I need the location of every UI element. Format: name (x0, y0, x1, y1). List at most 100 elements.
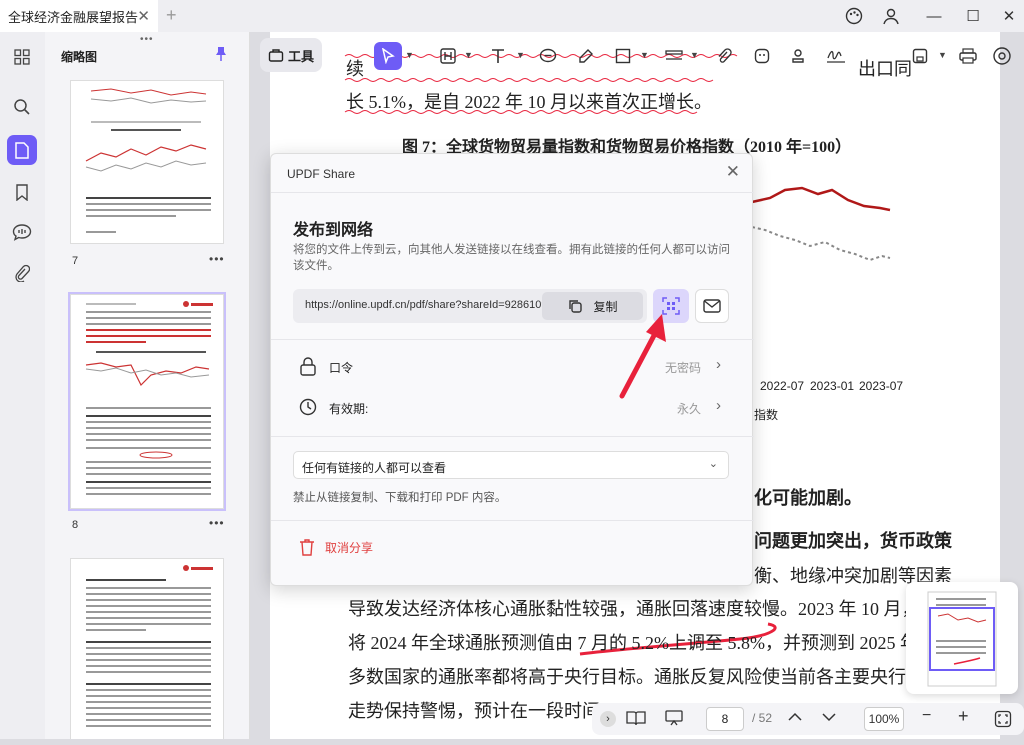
pin-icon[interactable] (215, 46, 227, 62)
chevron-down-icon: ⌄ (708, 458, 718, 470)
select-tool-icon[interactable] (374, 42, 402, 70)
highlighter-tool-icon[interactable] (572, 42, 600, 70)
body-text-line: 化可能加剧。 (754, 488, 862, 508)
previous-page-icon[interactable] (788, 710, 802, 725)
attachment-icon[interactable] (7, 258, 37, 288)
comments-icon[interactable] (7, 217, 37, 247)
text-box-tool-icon[interactable] (434, 42, 462, 70)
comment-tool-icon[interactable] (534, 42, 562, 70)
cancel-share-button[interactable]: 取消分享 (299, 538, 373, 556)
share-url-text: https://online.updf.cn/pdf/share?shareId… (305, 299, 557, 311)
body-text-line: 将 2024 年全球通胀预测值由 7 月的 5.2%上调至 5.8%，并预测到 … (348, 633, 918, 653)
page-number-8: 8 (72, 519, 79, 531)
page-total: / 52 (752, 711, 773, 725)
thumbnail-panel-title: 缩略图 (61, 50, 98, 64)
share-url-field[interactable]: https://online.updf.cn/pdf/share?shareId… (293, 289, 647, 323)
x-tick-label: 2022-07 (760, 379, 805, 393)
x-tick-label: 2023-07 (859, 379, 904, 393)
page-thumbnail-7[interactable] (70, 80, 224, 244)
validity-value: 永久 (676, 402, 701, 416)
body-text-line: 走势保持警惕，预计在一段时间 (348, 701, 600, 721)
bottom-nav-bar: › 8 / 52 100% − + (592, 703, 1024, 735)
rectangle-tool-icon[interactable] (609, 42, 637, 70)
signature-tool-icon[interactable] (822, 42, 850, 70)
page-number-7: 7 (72, 255, 79, 267)
page-number-input[interactable]: 8 (706, 707, 744, 731)
minimize-button[interactable]: — (921, 4, 947, 28)
attach-tool-icon[interactable] (710, 42, 738, 70)
email-share-button[interactable] (695, 289, 729, 323)
toolbox-icon (268, 49, 284, 62)
access-permission-select[interactable]: 任何有链接的人都可以查看 ⌄ (293, 451, 729, 479)
sticker-tool-icon[interactable] (748, 42, 776, 70)
fit-page-icon[interactable] (994, 710, 1012, 731)
mail-icon (703, 299, 721, 313)
chevron-right-icon: › (716, 356, 721, 373)
page-thumbnail-9[interactable] (70, 558, 224, 739)
dialog-description: 将您的文件上传到云，向其他人发送链接以在线查看。拥有此链接的任何人都可以访问该文… (293, 244, 730, 272)
stamp-tool-icon[interactable] (784, 42, 812, 70)
chevron-right-icon: › (716, 397, 721, 414)
body-text-line: 问题更加突出，货币政策 (754, 531, 952, 551)
chevron-down-icon[interactable]: ▼ (640, 50, 649, 60)
maximize-button[interactable]: ☐ (960, 4, 986, 28)
document-tab-title: 全球经济金融展望报告 (8, 9, 139, 25)
grid-view-icon[interactable] (7, 42, 37, 72)
chevron-down-icon[interactable]: ▼ (464, 50, 473, 60)
zoom-in-icon[interactable]: + (958, 706, 969, 727)
zoom-out-icon[interactable]: − (922, 707, 931, 725)
theme-palette-icon[interactable] (841, 4, 867, 28)
page-8-more-icon[interactable]: ••• (209, 516, 225, 530)
share-dialog: UPDF Share ✕ 发布到网络 将您的文件上传到云，向其他人发送链接以在线… (270, 153, 754, 586)
tools-button[interactable]: 工具 (260, 38, 322, 72)
presentation-icon[interactable] (664, 710, 684, 729)
account-icon[interactable] (878, 4, 904, 28)
page-minimap[interactable] (906, 582, 1018, 694)
lock-icon (300, 357, 316, 376)
copy-icon (569, 300, 583, 313)
password-label: 口令 (329, 361, 354, 375)
body-text-line: 多数国家的通胀率都将高于央行目标。通胀反复风险使当前各主要央行对 (348, 667, 924, 687)
main-toolbar: 工具 ▼ ▼ ▼ ▼ ▼ ▼ (254, 36, 1024, 76)
close-tab-icon[interactable]: ✕ (137, 7, 150, 25)
divider (271, 192, 754, 193)
panel-resize-handle[interactable]: ••• (140, 34, 154, 45)
save-icon[interactable] (906, 42, 934, 70)
print-icon[interactable] (954, 42, 982, 70)
legend-label: 指数 (754, 408, 779, 422)
close-window-button[interactable]: ✕ (996, 4, 1022, 28)
chevron-down-icon[interactable]: ▼ (938, 50, 947, 60)
zoom-level-field[interactable]: 100% (864, 707, 904, 731)
body-text-line: 导致发达经济体核心通胀黏性较强，通胀回落速度较慢。2023 年 10 月， (348, 599, 920, 619)
thumbnails-icon[interactable] (7, 135, 37, 165)
close-dialog-icon[interactable]: ✕ (726, 162, 740, 182)
thumbnail-panel: ••• 缩略图 7 ••• 8 ••• (45, 32, 250, 739)
reading-mode-icon[interactable] (626, 710, 646, 729)
document-tab[interactable]: 全球经济金融展望报告 ✕ (0, 0, 158, 32)
chevron-down-icon[interactable]: ▼ (690, 50, 699, 60)
left-rail (0, 32, 45, 739)
tools-label: 工具 (287, 48, 314, 64)
access-permission-value: 任何有链接的人都可以查看 (302, 461, 447, 475)
red-arrow-annotation (619, 314, 666, 399)
dialog-title: UPDF Share (287, 167, 356, 181)
clock-icon (299, 398, 317, 416)
new-tab-icon[interactable]: + (166, 5, 177, 26)
validity-label: 有效期: (329, 402, 369, 416)
page-7-more-icon[interactable]: ••• (209, 252, 225, 266)
x-tick-label: 2023-01 (810, 379, 855, 393)
divider (271, 339, 754, 340)
page-thumbnail-8[interactable] (68, 292, 226, 511)
text-tool-icon[interactable] (484, 42, 512, 70)
bookmark-icon[interactable] (7, 177, 37, 207)
ai-assistant-icon[interactable] (988, 42, 1016, 70)
body-text-line: 长 5.1%，是自 2022 年 10 月以来首次正增长。 (346, 92, 712, 112)
chevron-down-icon[interactable]: ▼ (405, 50, 414, 60)
chevron-down-icon[interactable]: ▼ (516, 50, 525, 60)
measure-tool-icon[interactable] (660, 42, 688, 70)
next-page-icon[interactable] (822, 710, 836, 725)
collapse-bar-icon[interactable]: › (600, 711, 616, 727)
search-icon[interactable] (7, 92, 37, 122)
title-bar: 全球经济金融展望报告 ✕ + — ☐ ✕ (0, 0, 1024, 32)
divider (271, 520, 754, 521)
